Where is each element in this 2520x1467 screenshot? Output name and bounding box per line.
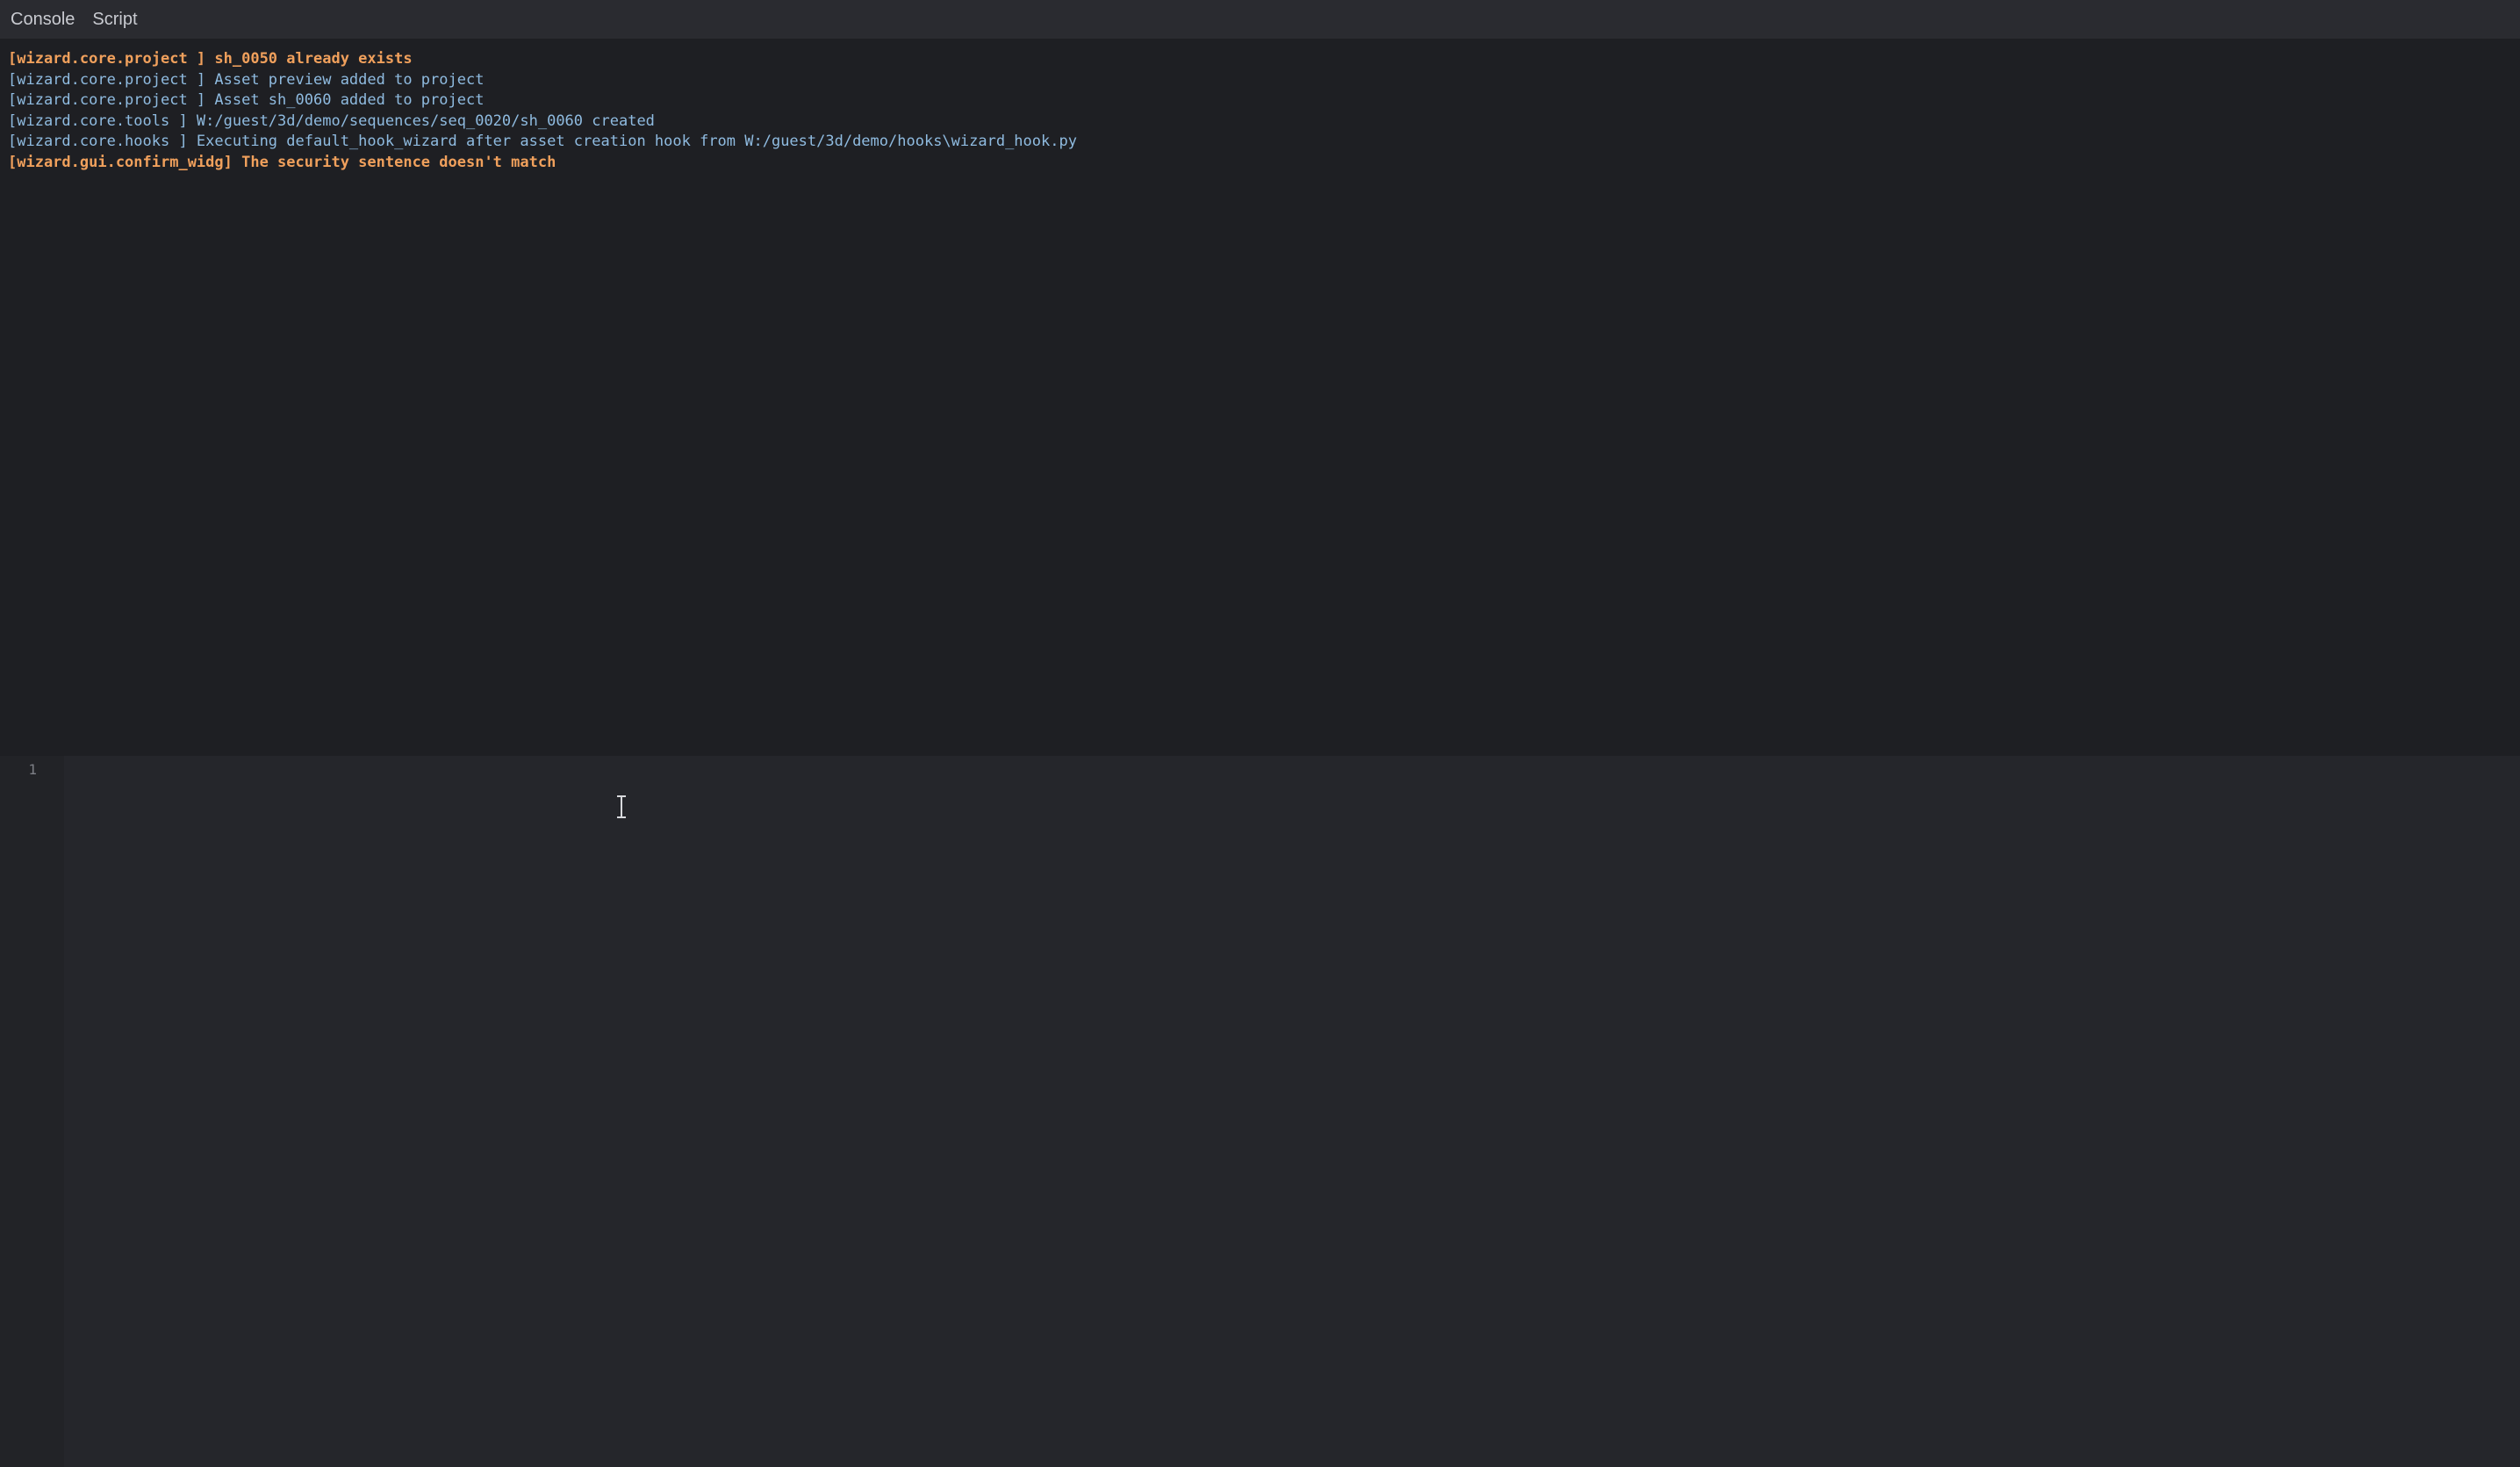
tab-bar: Console Script xyxy=(0,0,2520,39)
log-line: [wizard.gui.confirm_widg] The security s… xyxy=(8,153,556,171)
log-line: [wizard.core.project ] Asset preview add… xyxy=(8,70,485,89)
app-window: Console Script [wizard.core.project ] sh… xyxy=(0,0,2520,1467)
line-number: 1 xyxy=(28,761,37,778)
tab-console[interactable]: Console xyxy=(0,0,82,39)
script-editor: 1 xyxy=(0,756,2520,1467)
line-number-gutter: 1 xyxy=(0,756,64,1467)
code-input[interactable] xyxy=(64,756,2520,1467)
log-line: [wizard.core.hooks ] Executing default_h… xyxy=(8,133,1077,151)
log-line: [wizard.core.tools ] W:/guest/3d/demo/se… xyxy=(8,111,655,130)
text-cursor-icon xyxy=(617,795,626,818)
console-output[interactable]: [wizard.core.project ] sh_0050 already e… xyxy=(0,39,2520,756)
log-line: [wizard.core.project ] sh_0050 already e… xyxy=(8,50,413,68)
tab-script[interactable]: Script xyxy=(82,0,147,39)
log-line: [wizard.core.project ] Asset sh_0060 add… xyxy=(8,91,485,110)
